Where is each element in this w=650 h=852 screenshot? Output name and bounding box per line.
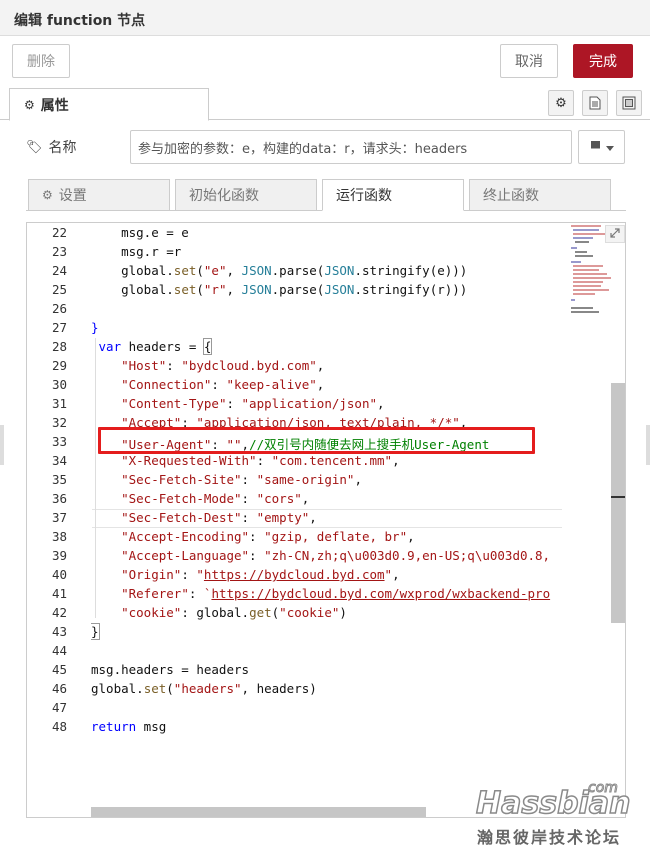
code-line: "Host": "bydcloud.byd.com", bbox=[121, 358, 325, 373]
name-label-text: 名称 bbox=[48, 140, 77, 156]
done-button[interactable]: 完成 bbox=[573, 44, 633, 78]
line-number: 29 bbox=[51, 358, 67, 373]
code-line: msg.headers = headers bbox=[91, 662, 250, 677]
code-line: "Sec-Fetch-Site": "same-origin", bbox=[121, 472, 362, 487]
line-number: 43 bbox=[51, 624, 67, 639]
caret-down-icon bbox=[606, 139, 614, 155]
gear-icon: ⚙ bbox=[42, 188, 53, 202]
code-line: var headers = { bbox=[98, 338, 213, 355]
line-number: 25 bbox=[51, 282, 67, 297]
line-number: 26 bbox=[51, 301, 67, 316]
book-icon bbox=[589, 139, 602, 155]
left-resize-handle[interactable] bbox=[0, 425, 4, 465]
line-number: 22 bbox=[51, 225, 67, 240]
line-number: 23 bbox=[51, 244, 67, 259]
subtab-setup[interactable]: ⚙ 设置 bbox=[28, 179, 170, 211]
code-line: global.set("headers", headers) bbox=[91, 681, 317, 696]
line-number: 47 bbox=[51, 700, 67, 715]
code-line: msg.r =r bbox=[91, 244, 182, 259]
appearance-tab-button[interactable] bbox=[616, 90, 642, 116]
line-number: 35 bbox=[51, 472, 67, 487]
code-line: "X-Requested-With": "com.tencent.mm", bbox=[121, 453, 400, 468]
line-number: 30 bbox=[51, 377, 67, 392]
tab-properties[interactable]: ⚙ 属性 bbox=[9, 88, 209, 121]
code-line: "Connection": "keep-alive", bbox=[121, 377, 325, 392]
line-number: 44 bbox=[51, 643, 67, 658]
appearance-icon bbox=[622, 96, 636, 110]
watermark-brand: Hassbian bbox=[475, 785, 631, 822]
code-line: "Sec-Fetch-Mode": "cors", bbox=[121, 491, 310, 506]
code-content[interactable]: msg.e = e msg.r =r global.set("e", JSON.… bbox=[91, 223, 561, 817]
watermark-slogan: 瀚思彼岸技术论坛 bbox=[477, 828, 622, 847]
name-label: 🏷 名称 bbox=[26, 137, 77, 157]
code-line: "Content-Type": "application/json", bbox=[121, 396, 385, 411]
code-line: "Accept-Language": "zh-CN,zh;q\u003d0.9,… bbox=[121, 548, 551, 563]
settings-tab-button[interactable]: ⚙ bbox=[548, 90, 574, 116]
subtab-close-label: 终止函数 bbox=[483, 188, 539, 204]
expand-editor-button[interactable] bbox=[605, 225, 625, 243]
subtab-close[interactable]: 终止函数 bbox=[469, 179, 611, 211]
dialog-titlebar: 编辑 function 节点 bbox=[0, 0, 650, 36]
code-line: "Referer": `https://bydcloud.byd.com/wxp… bbox=[121, 586, 551, 601]
line-number: 48 bbox=[51, 719, 67, 734]
line-number: 40 bbox=[51, 567, 67, 582]
library-button[interactable] bbox=[578, 130, 625, 164]
line-number: 39 bbox=[51, 548, 67, 563]
name-input[interactable] bbox=[130, 130, 572, 164]
subtab-run-label: 运行函数 bbox=[336, 188, 392, 204]
subtab-init[interactable]: 初始化函数 bbox=[175, 179, 317, 211]
code-line: } bbox=[91, 623, 100, 640]
tab-properties-label: 属性 bbox=[40, 97, 69, 114]
expand-icon bbox=[610, 226, 620, 242]
line-number: 37 bbox=[51, 510, 67, 525]
code-line: msg.e = e bbox=[91, 225, 189, 240]
subtab-setup-label: 设置 bbox=[58, 188, 87, 204]
watermark: com Hassbian 瀚思彼岸技术论坛 bbox=[470, 780, 640, 850]
line-number: 31 bbox=[51, 396, 67, 411]
line-number: 46 bbox=[51, 681, 67, 696]
cancel-button[interactable]: 取消 bbox=[500, 44, 558, 78]
line-number: 45 bbox=[51, 662, 67, 677]
settings-icon: ⚙ bbox=[555, 95, 567, 111]
subtab-init-label: 初始化函数 bbox=[189, 188, 259, 204]
code-line: "Accept-Encoding": "gzip, deflate, br", bbox=[121, 529, 415, 544]
line-number: 34 bbox=[51, 453, 67, 468]
line-number: 27 bbox=[51, 320, 67, 335]
code-line: "cookie": global.get("cookie") bbox=[121, 605, 347, 620]
description-icon bbox=[589, 96, 601, 110]
line-number-gutter: 22 23 24 25 26 27 28 29 30 31 32 33 34 3… bbox=[27, 223, 71, 817]
code-line: "Origin": "https://bydcloud.byd.com", bbox=[121, 567, 400, 582]
code-line: global.set("r", JSON.parse(JSON.stringif… bbox=[91, 282, 468, 297]
code-editor[interactable]: 22 23 24 25 26 27 28 29 30 31 32 33 34 3… bbox=[26, 222, 626, 818]
line-number: 36 bbox=[51, 491, 67, 506]
description-tab-button[interactable] bbox=[582, 90, 608, 116]
code-line: "Sec-Fetch-Dest": "empty", bbox=[121, 510, 317, 525]
code-line: return msg bbox=[91, 719, 167, 734]
line-number: 41 bbox=[51, 586, 67, 601]
horizontal-scrollbar[interactable] bbox=[91, 807, 426, 817]
gear-icon: ⚙ bbox=[24, 97, 35, 112]
subtab-run[interactable]: 运行函数 bbox=[322, 179, 464, 211]
scrollbar-cursor-marker bbox=[611, 496, 625, 498]
delete-button[interactable]: 删除 bbox=[12, 44, 70, 78]
highlight-box bbox=[98, 427, 535, 454]
code-line: } bbox=[91, 320, 99, 335]
dialog-title: 编辑 function 节点 bbox=[14, 13, 146, 29]
code-line: global.set("e", JSON.parse(JSON.stringif… bbox=[91, 263, 468, 278]
line-number: 33 bbox=[51, 434, 67, 449]
line-number: 42 bbox=[51, 605, 67, 620]
line-number: 28 bbox=[51, 339, 67, 354]
right-resize-handle[interactable] bbox=[646, 425, 650, 465]
vertical-scrollbar[interactable] bbox=[611, 383, 625, 623]
line-number: 32 bbox=[51, 415, 67, 430]
line-number: 38 bbox=[51, 529, 67, 544]
line-number: 24 bbox=[51, 263, 67, 278]
tag-icon: 🏷 bbox=[26, 139, 43, 155]
